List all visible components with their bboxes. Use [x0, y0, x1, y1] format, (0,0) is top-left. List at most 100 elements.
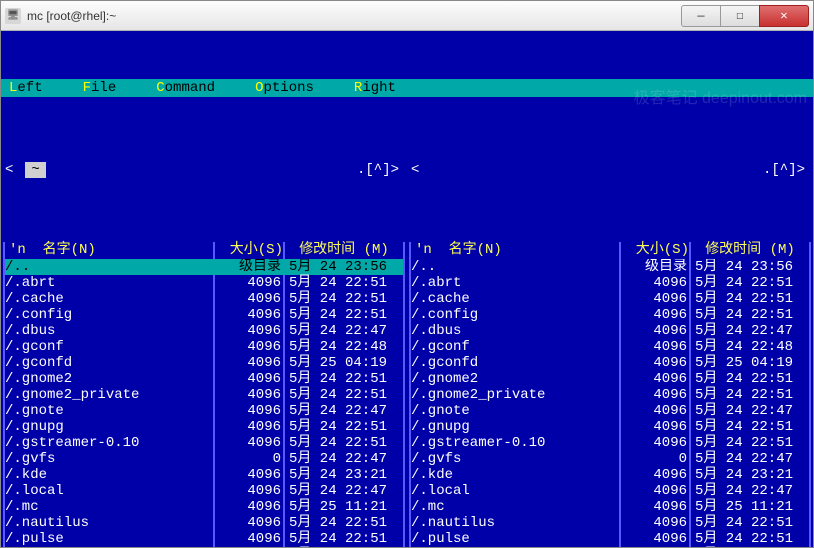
file-mtime: 5月 25 04:19 [283, 355, 403, 371]
list-item[interactable]: /.gconf40965月 24 22:48 [5, 339, 403, 355]
putty-icon: 🖥 [5, 8, 21, 24]
list-item[interactable]: /.nautilus40965月 24 22:51 [411, 515, 809, 531]
list-item[interactable]: /.kde40965月 24 23:21 [5, 467, 403, 483]
file-mtime: 5月 25 04:19 [689, 355, 809, 371]
right-path: < .[^]> [407, 161, 813, 178]
file-size: 4096 [213, 307, 283, 323]
file-mtime: 5月 24 22:51 [283, 275, 403, 291]
list-item[interactable]: /.gnote40965月 24 22:47 [411, 403, 809, 419]
list-item[interactable]: /..级目录5月 24 23:56 [5, 259, 403, 275]
list-item[interactable]: /.gnote40965月 24 22:47 [5, 403, 403, 419]
menu-command[interactable]: Command [156, 80, 215, 96]
panels: 'n 名字(N) 大小(S) 修改时间 (M) /..级目录5月 24 23:5… [1, 242, 813, 547]
col-size-header[interactable]: 大小(S) [619, 242, 689, 259]
list-item[interactable]: /.gnupg40965月 24 22:51 [411, 419, 809, 435]
list-item[interactable]: /.dbus40965月 24 22:47 [5, 323, 403, 339]
list-item[interactable]: /.config40965月 24 22:51 [5, 307, 403, 323]
list-item[interactable]: /.cache40965月 24 22:51 [5, 291, 403, 307]
list-item[interactable]: /.nautilus40965月 24 22:51 [5, 515, 403, 531]
path-row: < ~ .[^]> < .[^]> [1, 161, 813, 178]
col-mtime-header[interactable]: 修改时间 (M) [689, 242, 809, 259]
list-item[interactable]: /.gnupg40965月 24 22:51 [5, 419, 403, 435]
list-item[interactable]: /.mc40965月 25 11:21 [411, 499, 809, 515]
list-item[interactable]: /.gstreamer-0.1040965月 24 22:51 [411, 435, 809, 451]
list-item[interactable]: /.gnome240965月 24 22:51 [411, 371, 809, 387]
minimize-button[interactable]: — [681, 5, 721, 27]
file-mtime: 5月 24 22:47 [283, 451, 403, 467]
col-mtime-header[interactable]: 修改时间 (M) [283, 242, 403, 259]
file-size: 4096 [213, 339, 283, 355]
left-panel[interactable]: 'n 名字(N) 大小(S) 修改时间 (M) /..级目录5月 24 23:5… [3, 242, 405, 547]
list-item[interactable]: /.dbus40965月 24 22:47 [411, 323, 809, 339]
list-item[interactable]: /.local40965月 24 22:47 [5, 483, 403, 499]
file-mtime: 5月 24 22:51 [689, 419, 809, 435]
list-item[interactable]: /.abrt40965月 24 22:51 [5, 275, 403, 291]
right-panel[interactable]: 'n 名字(N) 大小(S) 修改时间 (M) /..级目录5月 24 23:5… [409, 242, 811, 547]
file-size: 4096 [213, 499, 283, 515]
file-name: /.pulse [411, 531, 619, 547]
list-item[interactable]: /.abrt40965月 24 22:51 [411, 275, 809, 291]
list-item[interactable]: /..级目录5月 24 23:56 [411, 259, 809, 275]
file-name: /.gvfs [5, 451, 213, 467]
list-item[interactable]: /.pulse40965月 24 22:51 [5, 531, 403, 547]
list-item[interactable]: /.gconfd40965月 25 04:19 [5, 355, 403, 371]
file-size: 4096 [213, 515, 283, 531]
list-item[interactable]: /.gvfs05月 24 22:47 [411, 451, 809, 467]
file-mtime: 5月 24 22:51 [283, 435, 403, 451]
file-name: /.mc [5, 499, 213, 515]
file-name: /.nautilus [5, 515, 213, 531]
file-mtime: 5月 24 23:56 [283, 259, 403, 275]
file-name: /.local [5, 483, 213, 499]
col-size-header[interactable]: 大小(S) [213, 242, 283, 259]
col-name-header[interactable]: 'n 名字(N) [411, 242, 619, 259]
file-name: /.gstreamer-0.10 [411, 435, 619, 451]
list-item[interactable]: /.gnome2_private40965月 24 22:51 [411, 387, 809, 403]
file-size: 4096 [619, 515, 689, 531]
list-item[interactable]: /.mc40965月 25 11:21 [5, 499, 403, 515]
list-item[interactable]: /.config40965月 24 22:51 [411, 307, 809, 323]
mc-menubar[interactable]: Left File Command Options Right [1, 79, 813, 97]
close-button[interactable]: ✕ [759, 5, 809, 27]
file-mtime: 5月 24 22:47 [689, 403, 809, 419]
list-item[interactable]: /.gnome2_private40965月 24 22:51 [5, 387, 403, 403]
left-caret: < [5, 162, 13, 178]
file-name: /.cache [5, 291, 213, 307]
left-rows[interactable]: /..级目录5月 24 23:56/.abrt40965月 24 22:51/.… [5, 259, 403, 547]
window-title: mc [root@rhel]:~ [27, 9, 682, 23]
file-mtime: 5月 24 22:51 [689, 515, 809, 531]
file-size: 4096 [213, 355, 283, 371]
file-mtime: 5月 24 22:51 [283, 515, 403, 531]
menu-right[interactable]: Right [354, 80, 396, 96]
list-item[interactable]: /.kde40965月 24 23:21 [411, 467, 809, 483]
file-name: /.gconf [411, 339, 619, 355]
menu-file[interactable]: File [83, 80, 117, 96]
file-mtime: 5月 25 11:21 [689, 499, 809, 515]
menu-options[interactable]: Options [255, 80, 314, 96]
left-path: < ~ .[^]> [1, 161, 407, 178]
list-item[interactable]: /.pulse40965月 24 22:51 [411, 531, 809, 547]
file-size: 4096 [213, 419, 283, 435]
list-item[interactable]: /.local40965月 24 22:47 [411, 483, 809, 499]
left-path-tail: .[^]> [46, 162, 407, 178]
list-item[interactable]: /.cache40965月 24 22:51 [411, 291, 809, 307]
list-item[interactable]: /.gstreamer-0.1040965月 24 22:51 [5, 435, 403, 451]
file-name: /.dbus [411, 323, 619, 339]
file-name: /.gconfd [5, 355, 213, 371]
list-item[interactable]: /.gconf40965月 24 22:48 [411, 339, 809, 355]
right-rows[interactable]: /..级目录5月 24 23:56/.abrt40965月 24 22:51/.… [411, 259, 809, 547]
file-mtime: 5月 24 22:51 [689, 387, 809, 403]
window-titlebar[interactable]: 🖥 mc [root@rhel]:~ — ☐ ✕ [1, 1, 813, 31]
col-name-header[interactable]: 'n 名字(N) [5, 242, 213, 259]
file-name: /.gnupg [411, 419, 619, 435]
file-mtime: 5月 24 22:51 [689, 275, 809, 291]
list-item[interactable]: /.gnome240965月 24 22:51 [5, 371, 403, 387]
file-name: /.abrt [5, 275, 213, 291]
file-mtime: 5月 25 11:21 [283, 499, 403, 515]
list-item[interactable]: /.gconfd40965月 25 04:19 [411, 355, 809, 371]
file-name: /.. [411, 259, 619, 275]
menu-left[interactable]: Left [9, 80, 43, 96]
file-size: 4096 [213, 467, 283, 483]
maximize-button[interactable]: ☐ [720, 5, 760, 27]
list-item[interactable]: /.gvfs05月 24 22:47 [5, 451, 403, 467]
file-name: /.gnome2 [5, 371, 213, 387]
